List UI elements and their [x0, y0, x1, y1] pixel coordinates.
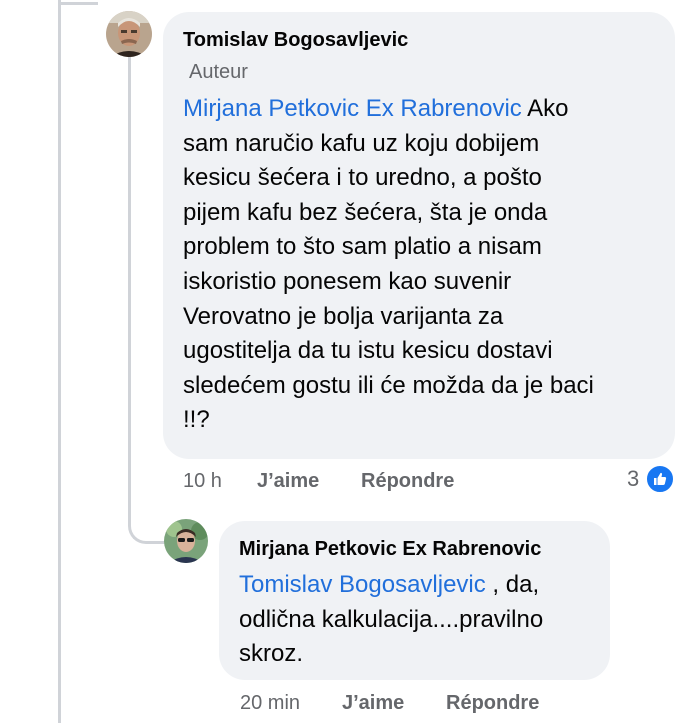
reply-avatar[interactable]: [164, 519, 208, 563]
reaction-summary[interactable]: 3: [627, 464, 676, 494]
like-button[interactable]: J’aime: [257, 470, 319, 492]
avatar-photo-icon: [106, 11, 152, 57]
comment-line: !!?: [183, 406, 210, 434]
comment-actions: 10 h: [183, 470, 222, 493]
comment-line: ugostitelja da tu istu kesicu dostavi: [183, 337, 553, 365]
comment-line: sledećem gostu ili će možda da je baci: [183, 371, 594, 399]
comment-line: Verovatno je bolja varijanta za: [183, 302, 504, 330]
reply-line: Tomislav Bogosavljevic , da,: [239, 571, 540, 598]
thread-line-inner: [128, 55, 131, 515]
thumbs-up-icon: [645, 464, 676, 494]
thread-curve-top: [58, 0, 98, 5]
reply-line: skroz.: [239, 640, 304, 668]
reply-author-name[interactable]: Mirjana Petkovic Ex Rabrenovic: [239, 538, 541, 561]
thread-line-outer: [58, 0, 61, 723]
author-badge: Auteur: [189, 61, 248, 83]
reply-mention[interactable]: Tomislav Bogosavljevic: [239, 571, 486, 598]
comment-line: sam naručio kafu uz koju dobijem: [183, 129, 540, 157]
reply-text: Tomislav Bogosavljevic , da, odlična kal…: [239, 568, 599, 672]
comment-line: iskoristio ponesem kao suvenir: [183, 267, 512, 295]
thread-curve-reply: [128, 505, 165, 544]
reply-bubble: Mirjana Petkovic Ex Rabrenovic Tomislav …: [219, 521, 610, 680]
reply-button[interactable]: Répondre: [361, 470, 454, 492]
avatar-photo-icon: [164, 519, 208, 563]
reaction-count: 3: [627, 466, 640, 491]
reply-like-button[interactable]: J’aime: [342, 692, 404, 714]
reply-like-action: J’aime: [342, 692, 404, 715]
comment-reply-action: Répondre: [361, 470, 454, 493]
comment-line: problem to što sam platio a nisam: [183, 233, 542, 261]
comment-line: kesicu šećera i to uredno, a pošto: [183, 164, 542, 192]
comment-author-name[interactable]: Tomislav Bogosavljevic: [183, 29, 408, 52]
reply-timestamp[interactable]: 20 min: [240, 692, 300, 714]
comment-like-action: J’aime: [257, 470, 319, 493]
avatar[interactable]: [106, 11, 152, 57]
reply-line: odlična kalkulacija....pravilno: [239, 605, 544, 633]
comment-timestamp[interactable]: 10 h: [183, 470, 222, 492]
reply-reply-action: Répondre: [446, 692, 539, 715]
comment-line: pijem kafu bez šećera, šta je onda: [183, 198, 548, 226]
comment-text: Mirjana Petkovic Ex Rabrenovic Ako sam n…: [183, 92, 663, 438]
comment-mention[interactable]: Mirjana Petkovic Ex Rabrenovic: [183, 95, 522, 122]
reply-timestamp-wrap: 20 min: [240, 692, 300, 715]
comment-line: Mirjana Petkovic Ex Rabrenovic Ako: [183, 95, 569, 122]
comment-bubble: Tomislav Bogosavljevic Auteur Mirjana Pe…: [163, 12, 675, 459]
reply-reply-button[interactable]: Répondre: [446, 692, 539, 714]
